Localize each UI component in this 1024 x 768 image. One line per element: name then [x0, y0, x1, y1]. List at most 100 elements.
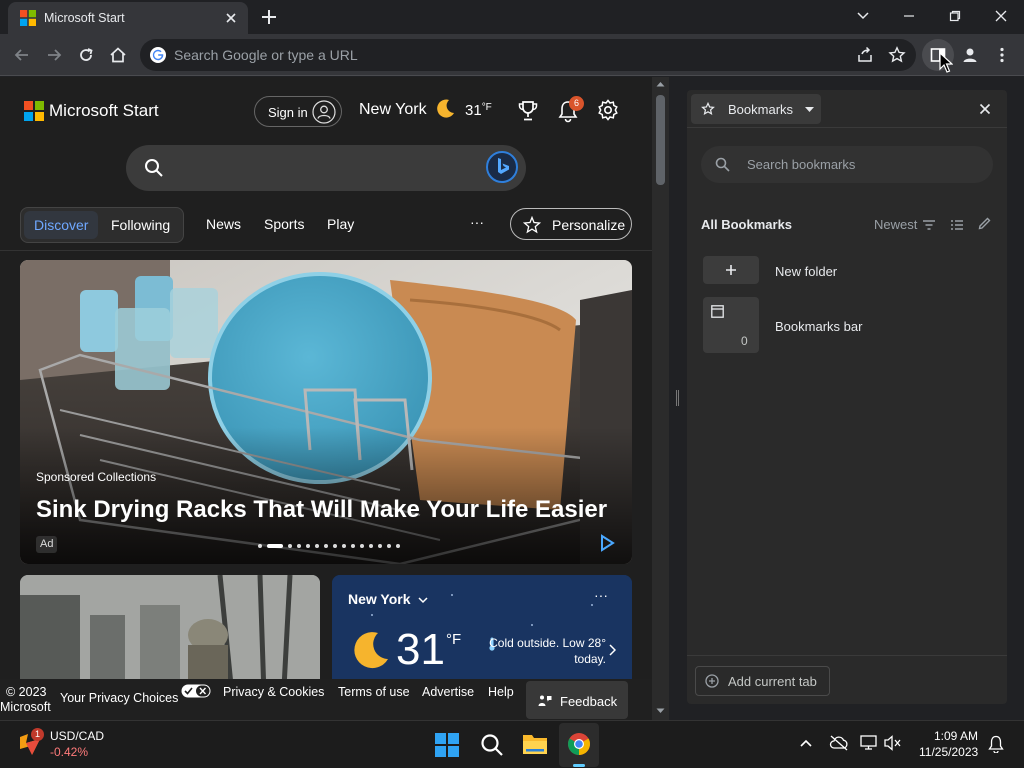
new-folder-button[interactable] [703, 256, 759, 284]
bookmarks-bar-label[interactable]: Bookmarks bar [775, 319, 862, 334]
edit-pencil-icon[interactable] [978, 217, 991, 230]
carousel-dot[interactable] [333, 544, 337, 548]
share-icon[interactable] [856, 46, 874, 64]
network-icon[interactable] [860, 735, 878, 751]
carousel-dot[interactable] [258, 544, 262, 548]
profile-icon[interactable] [954, 39, 986, 71]
folder-item-count: 0 [741, 334, 748, 348]
tab-discover[interactable]: Discover [24, 211, 98, 239]
scroll-down-arrow-icon[interactable] [656, 708, 665, 714]
side-panel-footer: Add current tab [687, 655, 1007, 704]
hero-ad-card[interactable]: Sponsored Collections Sink Drying Racks … [20, 260, 632, 564]
carousel-dot[interactable] [378, 544, 382, 548]
clock-date[interactable]: 11/25/2023 [919, 745, 978, 759]
privacy-cookies-link[interactable]: Privacy & Cookies [223, 685, 324, 699]
close-window-icon[interactable] [978, 0, 1024, 32]
carousel-dot[interactable] [288, 544, 292, 548]
help-link[interactable]: Help [488, 685, 514, 699]
nav-play[interactable]: Play [327, 216, 354, 232]
sort-icon[interactable] [923, 220, 935, 230]
tab-discover-label: Discover [34, 217, 89, 233]
tab-microsoft-start[interactable]: Microsoft Start [8, 2, 248, 34]
nav-sports[interactable]: Sports [264, 216, 304, 232]
carousel-dot[interactable] [306, 544, 310, 548]
settings-gear-icon[interactable] [597, 99, 619, 121]
chevron-down-icon[interactable] [418, 596, 428, 604]
carousel-dot[interactable] [396, 544, 400, 548]
tab-following[interactable]: Following [111, 217, 170, 233]
adchoices-icon[interactable] [598, 534, 616, 552]
carousel-dot[interactable] [315, 544, 319, 548]
notification-center-icon[interactable] [988, 735, 1004, 753]
side-panel-selector[interactable]: Bookmarks [691, 94, 821, 124]
side-panel-resize-handle[interactable] [669, 77, 687, 720]
nav-news[interactable]: News [206, 216, 241, 232]
page-scrollbar[interactable] [652, 77, 669, 720]
weather-card-more-button[interactable]: ··· [594, 587, 608, 603]
hero-sponsor[interactable]: Sponsored Collections [36, 470, 156, 484]
chrome-taskbar-button[interactable] [559, 723, 599, 767]
weather-temperature[interactable]: 31°F [465, 102, 492, 119]
bookmarks-bar-folder[interactable]: 0 [703, 297, 759, 353]
minimize-icon[interactable] [886, 0, 932, 32]
windows-start-icon[interactable] [435, 733, 459, 757]
search-bookmarks-input[interactable]: Search bookmarks [701, 146, 993, 183]
home-icon[interactable] [102, 39, 134, 71]
carousel-dot-active[interactable] [267, 544, 283, 548]
address-bar[interactable]: Search Google or type a URL [140, 39, 916, 71]
carousel-dot[interactable] [360, 544, 364, 548]
close-tab-icon[interactable] [224, 11, 238, 25]
reload-icon[interactable] [70, 39, 102, 71]
weather-city[interactable]: New York [359, 101, 427, 119]
carousel-dot[interactable] [369, 544, 373, 548]
add-circle-icon [705, 674, 719, 688]
bookmarks-star-icon [701, 102, 715, 116]
back-icon[interactable] [6, 39, 38, 71]
personalize-button[interactable]: Personalize [510, 208, 632, 240]
advertise-link[interactable]: Advertise [422, 685, 474, 699]
cloud-offline-icon[interactable] [829, 735, 849, 751]
active-app-indicator [573, 764, 585, 767]
sort-order[interactable]: Newest [874, 217, 917, 232]
new-tab-icon[interactable] [260, 8, 278, 26]
terms-link[interactable]: Terms of use [338, 685, 410, 699]
hero-title[interactable]: Sink Drying Racks That Will Make Your Li… [36, 496, 607, 524]
sign-in-button[interactable]: Sign in [254, 96, 342, 127]
new-folder-label[interactable]: New folder [775, 264, 837, 279]
tab-search-icon[interactable] [840, 0, 886, 32]
file-explorer-icon[interactable] [522, 732, 548, 756]
chevron-right-icon[interactable] [608, 644, 616, 656]
volume-muted-icon[interactable] [884, 735, 902, 751]
privacy-choices-link[interactable]: Your Privacy Choices [60, 691, 178, 705]
scroll-up-arrow-icon[interactable] [656, 81, 665, 87]
add-current-tab-button[interactable]: Add current tab [695, 666, 830, 696]
search-icon [144, 158, 164, 178]
bing-icon[interactable] [486, 151, 518, 183]
menu-kebab-icon[interactable] [986, 39, 1018, 71]
carousel-dot[interactable] [351, 544, 355, 548]
ticker-symbol[interactable]: USD/CAD [50, 729, 104, 743]
copyright: © 2023 Microsoft [0, 685, 51, 714]
nav-more-button[interactable]: ··· [470, 214, 484, 230]
tab-title: Microsoft Start [44, 11, 125, 25]
web-search-input[interactable] [126, 145, 526, 191]
google-icon [150, 47, 166, 63]
carousel-dot[interactable] [297, 544, 301, 548]
feedback-button[interactable]: Feedback [526, 681, 628, 719]
carousel-dot[interactable] [324, 544, 328, 548]
scrollbar-thumb[interactable] [656, 95, 665, 185]
carousel-dot[interactable] [387, 544, 391, 548]
clock-time[interactable]: 1:09 AM [934, 729, 978, 743]
rewards-trophy-icon[interactable] [516, 99, 540, 123]
show-hidden-icons-icon[interactable] [800, 739, 812, 747]
forward-icon[interactable] [38, 39, 70, 71]
brand-title[interactable]: Microsoft Start [49, 101, 159, 121]
close-side-panel-icon[interactable] [979, 103, 991, 115]
restore-icon[interactable] [932, 0, 978, 32]
weather-card-city[interactable]: New York [348, 591, 411, 607]
bookmark-star-icon[interactable] [888, 46, 906, 64]
list-view-icon[interactable] [951, 220, 963, 230]
grip-icon [676, 390, 679, 406]
taskbar-search-icon[interactable] [480, 733, 504, 757]
carousel-dot[interactable] [342, 544, 346, 548]
